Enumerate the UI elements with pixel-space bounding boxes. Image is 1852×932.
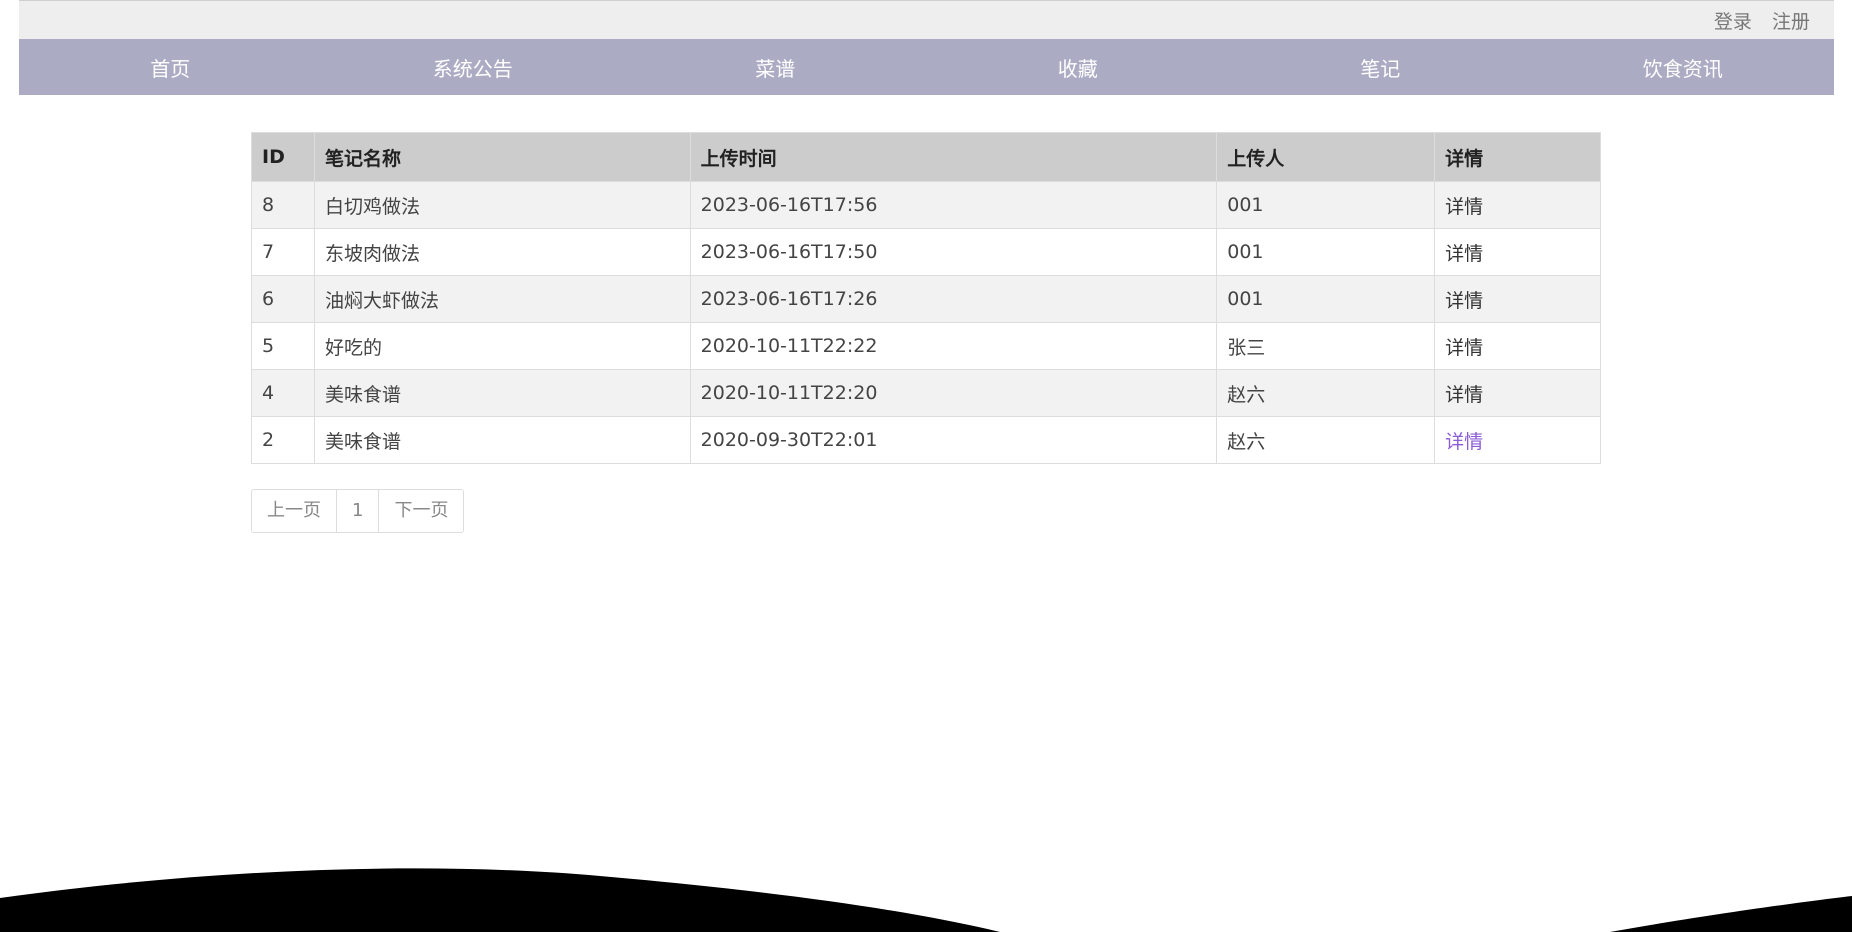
header-detail: 详情 xyxy=(1434,132,1601,182)
cell-uploader: 001 xyxy=(1216,228,1436,276)
header-note-name: 笔记名称 xyxy=(313,132,691,182)
cell-uploader: 赵六 xyxy=(1216,369,1436,417)
detail-link[interactable]: 详情 xyxy=(1445,384,1483,406)
cell-note-name: 东坡肉做法 xyxy=(313,228,691,276)
top-bar: 登录 注册 xyxy=(19,0,1834,39)
login-link[interactable]: 登录 xyxy=(1714,11,1752,33)
notes-content: ID 笔记名称 上传时间 上传人 详情 8 白切鸡做法 2023-06-16T1… xyxy=(251,132,1601,533)
cell-detail: 详情 xyxy=(1434,228,1601,276)
table-row: 8 白切鸡做法 2023-06-16T17:56 001 详情 xyxy=(251,181,1601,229)
cell-detail: 详情 xyxy=(1434,322,1601,370)
table-row: 2 美味食谱 2020-09-30T22:01 赵六 详情 xyxy=(251,416,1601,464)
cell-id: 6 xyxy=(251,275,315,323)
table-row: 6 油焖大虾做法 2023-06-16T17:26 001 详情 xyxy=(251,275,1601,323)
cell-id: 4 xyxy=(251,369,315,417)
nav-item-recipes[interactable]: 菜谱 xyxy=(624,39,927,95)
page-number-button[interactable]: 1 xyxy=(337,490,380,532)
nav-item-home[interactable]: 首页 xyxy=(19,39,322,95)
nav-item-favorites[interactable]: 收藏 xyxy=(927,39,1230,95)
cell-upload-time: 2023-06-16T17:26 xyxy=(689,275,1218,323)
prev-page-button[interactable]: 上一页 xyxy=(252,490,337,532)
main-nav: 首页 系统公告 菜谱 收藏 笔记 饮食资讯 xyxy=(19,39,1834,95)
cell-uploader: 张三 xyxy=(1216,322,1436,370)
header-id: ID xyxy=(251,132,315,182)
register-link[interactable]: 注册 xyxy=(1772,11,1810,33)
detail-link[interactable]: 详情 xyxy=(1445,196,1483,218)
cell-upload-time: 2020-10-11T22:20 xyxy=(689,369,1218,417)
cell-note-name: 美味食谱 xyxy=(313,369,691,417)
cell-note-name: 白切鸡做法 xyxy=(313,181,691,229)
cell-upload-time: 2020-10-11T22:22 xyxy=(689,322,1218,370)
cell-note-name: 好吃的 xyxy=(313,322,691,370)
cell-detail: 详情 xyxy=(1434,275,1601,323)
nav-item-announcements[interactable]: 系统公告 xyxy=(322,39,625,95)
table-row: 4 美味食谱 2020-10-11T22:20 赵六 详情 xyxy=(251,369,1601,417)
cell-uploader: 赵六 xyxy=(1216,416,1436,464)
notes-table: ID 笔记名称 上传时间 上传人 详情 8 白切鸡做法 2023-06-16T1… xyxy=(251,132,1601,464)
table-row: 7 东坡肉做法 2023-06-16T17:50 001 详情 xyxy=(251,228,1601,276)
cell-upload-time: 2020-09-30T22:01 xyxy=(689,416,1218,464)
detail-link[interactable]: 详情 xyxy=(1445,337,1483,359)
header-uploader: 上传人 xyxy=(1216,132,1436,182)
cell-id: 8 xyxy=(251,181,315,229)
detail-link[interactable]: 详情 xyxy=(1445,243,1483,265)
cell-id: 2 xyxy=(251,416,315,464)
nav-item-diet-news[interactable]: 饮食资讯 xyxy=(1532,39,1835,95)
detail-link[interactable]: 详情 xyxy=(1445,290,1483,312)
cell-note-name: 美味食谱 xyxy=(313,416,691,464)
detail-link[interactable]: 详情 xyxy=(1445,431,1483,453)
cell-note-name: 油焖大虾做法 xyxy=(313,275,691,323)
next-page-button[interactable]: 下一页 xyxy=(379,490,464,532)
cell-id: 7 xyxy=(251,228,315,276)
table-row: 5 好吃的 2020-10-11T22:22 张三 详情 xyxy=(251,322,1601,370)
cell-uploader: 001 xyxy=(1216,181,1436,229)
header-upload-time: 上传时间 xyxy=(689,132,1218,182)
cell-detail: 详情 xyxy=(1434,369,1601,417)
cell-detail: 详情 xyxy=(1434,181,1601,229)
cell-id: 5 xyxy=(251,322,315,370)
table-header-row: ID 笔记名称 上传时间 上传人 详情 xyxy=(251,132,1601,182)
cell-upload-time: 2023-06-16T17:50 xyxy=(689,228,1218,276)
pagination: 上一页 1 下一页 xyxy=(251,489,465,533)
cell-upload-time: 2023-06-16T17:56 xyxy=(689,181,1218,229)
nav-item-notes[interactable]: 笔记 xyxy=(1229,39,1532,95)
auth-links: 登录 注册 xyxy=(1700,7,1810,34)
cell-uploader: 001 xyxy=(1216,275,1436,323)
cell-detail: 详情 xyxy=(1434,416,1601,464)
footer-wave-decoration xyxy=(0,868,1852,932)
